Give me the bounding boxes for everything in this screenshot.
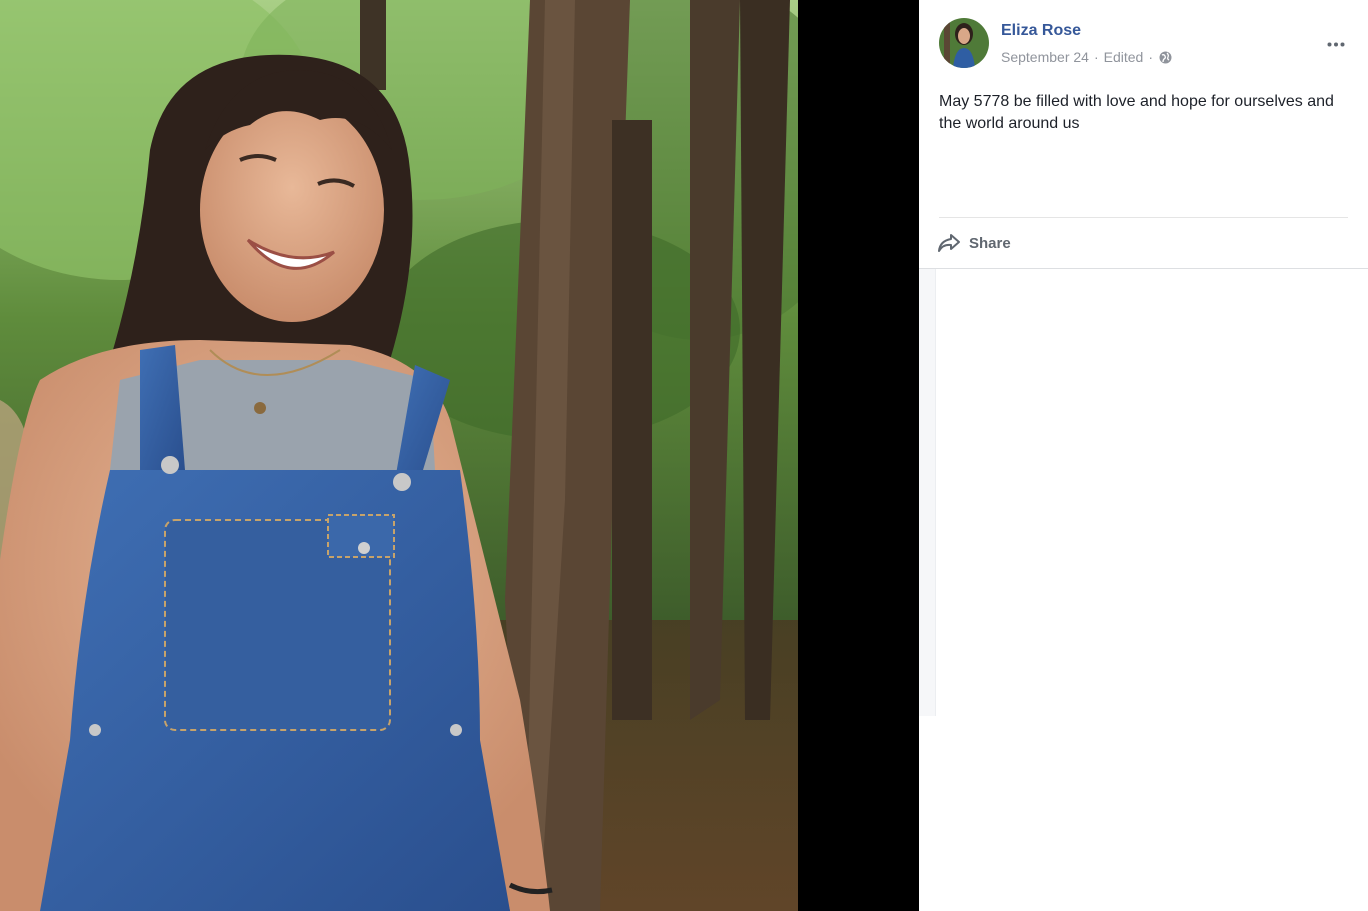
more-options-icon[interactable]: [1324, 36, 1348, 52]
post-message: May 5778 be filled with love and hope fo…: [939, 93, 1334, 132]
meta-separator: ·: [1148, 49, 1153, 65]
panel-section-divider: [919, 268, 1368, 269]
share-arrow-icon: [937, 233, 961, 253]
author-name-link[interactable]: Eliza Rose: [1001, 22, 1081, 40]
photo-viewer: Eliza Rose September 24 · Edited · May 5…: [0, 0, 1368, 911]
author-avatar[interactable]: [939, 18, 989, 68]
photo-stage: [0, 0, 919, 911]
post-side-panel: Eliza Rose September 24 · Edited · May 5…: [919, 0, 1368, 911]
share-label: Share: [969, 234, 1011, 252]
post-meta: September 24 · Edited ·: [1001, 49, 1172, 65]
post-date-link[interactable]: September 24: [1001, 49, 1089, 65]
share-button[interactable]: Share: [937, 229, 1011, 257]
edited-link[interactable]: Edited: [1104, 49, 1144, 65]
post-photo[interactable]: [0, 0, 798, 911]
meta-separator: ·: [1093, 49, 1099, 65]
comments-scroll-track[interactable]: [919, 269, 936, 716]
globe-icon[interactable]: [1159, 51, 1172, 64]
actions-divider: [939, 217, 1348, 218]
post-header: Eliza Rose September 24 · Edited ·: [939, 18, 1359, 72]
